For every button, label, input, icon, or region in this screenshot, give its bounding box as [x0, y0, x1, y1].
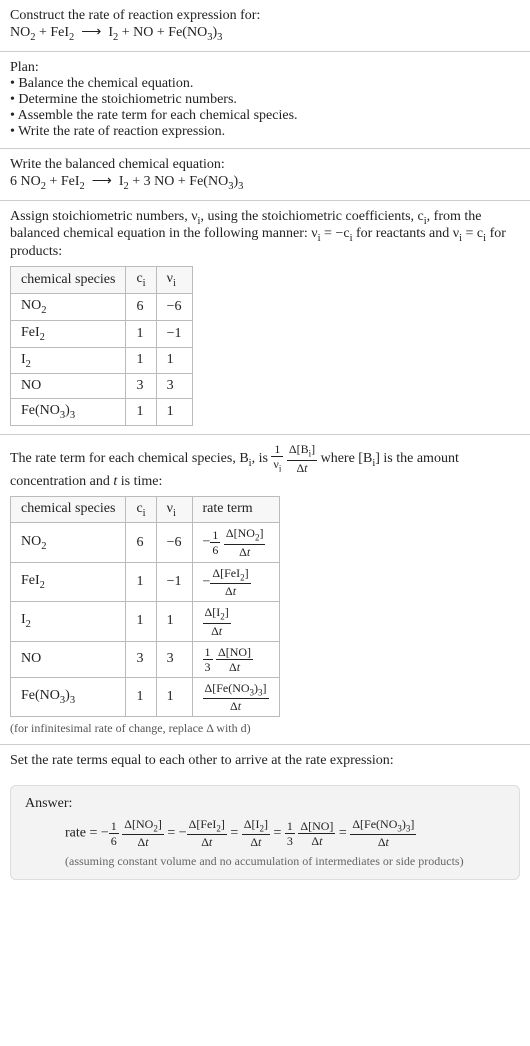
col-c: ci	[126, 496, 156, 523]
stoich-intro: Assign stoichiometric numbers, νi, using…	[10, 209, 520, 261]
cell-species: NO	[11, 374, 126, 399]
cell-c: 3	[126, 374, 156, 399]
plan-section: Plan: • Balance the chemical equation. •…	[0, 52, 530, 148]
cell-c: 6	[126, 293, 156, 320]
cell-c: 1	[126, 602, 156, 641]
table-row: I211	[11, 347, 193, 374]
cell-species: NO2	[11, 293, 126, 320]
table-row: FeI21−1−Δ[FeI2]Δt	[11, 562, 280, 601]
col-species: chemical species	[11, 496, 126, 523]
table-row: NO3313 Δ[NO]Δt	[11, 641, 280, 677]
cell-rate: Δ[I2]Δt	[192, 602, 279, 641]
plan-item: • Assemble the rate term for each chemic…	[10, 108, 520, 124]
col-nu: νi	[156, 267, 192, 294]
stoich-table: chemical species ci νi NO26−6 FeI21−1 I2…	[10, 266, 193, 426]
cell-rate: −Δ[FeI2]Δt	[192, 562, 279, 601]
generic-rate-fraction: 1νi Δ[Bi]Δt	[271, 451, 317, 466]
cell-c: 1	[126, 399, 156, 426]
table-header-row: chemical species ci νi	[11, 267, 193, 294]
cell-species: I2	[11, 347, 126, 374]
cell-nu: 1	[156, 602, 192, 641]
table-row: NO26−6−16 Δ[NO2]Δt	[11, 523, 280, 562]
table-row: NO33	[11, 374, 193, 399]
cell-species: Fe(NO3)3	[11, 399, 126, 426]
cell-c: 3	[126, 641, 156, 677]
rate-term-table: chemical species ci νi rate term NO26−6−…	[10, 496, 280, 717]
rate-term-intro: The rate term for each chemical species,…	[10, 443, 520, 489]
problem-prompt: Construct the rate of reaction expressio…	[10, 8, 520, 24]
final-heading-section: Set the rate terms equal to each other t…	[0, 745, 530, 777]
col-c: ci	[126, 267, 156, 294]
plan-heading: Plan:	[10, 60, 520, 76]
cell-nu: 3	[156, 641, 192, 677]
table-row: Fe(NO3)311	[11, 399, 193, 426]
unbalanced-equation: NO2 + FeI2 ⟶ I2 + NO + Fe(NO3)3	[10, 24, 520, 43]
table-row: FeI21−1	[11, 320, 193, 347]
plan-item: • Write the rate of reaction expression.	[10, 124, 520, 140]
cell-nu: 1	[156, 677, 192, 716]
rate-intro-pre: The rate term for each chemical species,…	[10, 451, 271, 466]
col-rate: rate term	[192, 496, 279, 523]
plan-item-text: Balance the chemical equation.	[18, 76, 193, 91]
balanced-section: Write the balanced chemical equation: 6 …	[0, 149, 530, 200]
col-species: chemical species	[11, 267, 126, 294]
plan-item: • Balance the chemical equation.	[10, 76, 520, 92]
cell-c: 1	[126, 562, 156, 601]
answer-box: Answer: rate = −16 Δ[NO2]Δt = −Δ[FeI2]Δt…	[10, 785, 520, 880]
rate-term-section: The rate term for each chemical species,…	[0, 435, 530, 744]
balanced-heading: Write the balanced chemical equation:	[10, 157, 520, 173]
balanced-equation: 6 NO2 + FeI2 ⟶ I2 + 3 NO + Fe(NO3)3	[10, 173, 520, 192]
plan-item: • Determine the stoichiometric numbers.	[10, 92, 520, 108]
table-row: Fe(NO3)311Δ[Fe(NO3)3]Δt	[11, 677, 280, 716]
cell-rate: 13 Δ[NO]Δt	[192, 641, 279, 677]
table-header-row: chemical species ci νi rate term	[11, 496, 280, 523]
cell-species: I2	[11, 602, 126, 641]
cell-nu: 1	[156, 399, 192, 426]
final-heading: Set the rate terms equal to each other t…	[10, 753, 520, 769]
cell-nu: −1	[156, 562, 192, 601]
cell-species: FeI2	[11, 562, 126, 601]
cell-c: 6	[126, 523, 156, 562]
cell-species: NO	[11, 641, 126, 677]
table-row: I211Δ[I2]Δt	[11, 602, 280, 641]
cell-species: FeI2	[11, 320, 126, 347]
infinitesimal-note: (for infinitesimal rate of change, repla…	[10, 721, 520, 736]
cell-nu: 3	[156, 374, 192, 399]
plan-item-text: Write the rate of reaction expression.	[18, 124, 225, 139]
problem-section: Construct the rate of reaction expressio…	[0, 0, 530, 51]
stoich-section: Assign stoichiometric numbers, νi, using…	[0, 201, 530, 435]
col-nu: νi	[156, 496, 192, 523]
cell-nu: −6	[156, 293, 192, 320]
cell-c: 1	[126, 320, 156, 347]
cell-c: 1	[126, 347, 156, 374]
cell-nu: −6	[156, 523, 192, 562]
cell-nu: −1	[156, 320, 192, 347]
cell-nu: 1	[156, 347, 192, 374]
cell-species: NO2	[11, 523, 126, 562]
plan-item-text: Determine the stoichiometric numbers.	[18, 92, 237, 107]
cell-rate: −16 Δ[NO2]Δt	[192, 523, 279, 562]
cell-species: Fe(NO3)3	[11, 677, 126, 716]
answer-label: Answer:	[25, 796, 505, 812]
rate-expression: rate = −16 Δ[NO2]Δt = −Δ[FeI2]Δt = Δ[I2]…	[25, 818, 505, 848]
cell-c: 1	[126, 677, 156, 716]
cell-rate: Δ[Fe(NO3)3]Δt	[192, 677, 279, 716]
plan-item-text: Assemble the rate term for each chemical…	[18, 108, 298, 123]
answer-assumption: (assuming constant volume and no accumul…	[25, 854, 505, 869]
table-row: NO26−6	[11, 293, 193, 320]
